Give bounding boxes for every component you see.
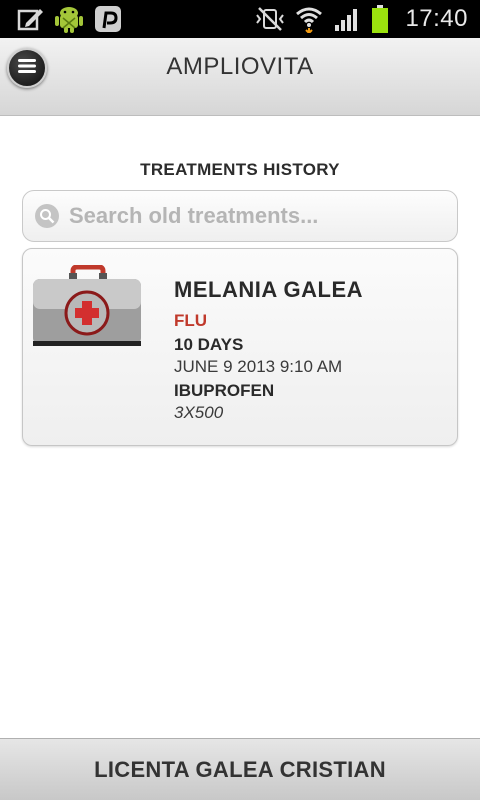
menu-button[interactable]	[7, 48, 47, 88]
search-input[interactable]	[69, 203, 439, 229]
medicine-dosage: 3X500	[174, 403, 224, 422]
app-title: AMPLIOVITA	[166, 52, 314, 80]
footer-bar: LICENTA GALEA CRISTIAN	[0, 738, 480, 800]
status-right-icons: 17:40	[255, 4, 468, 34]
treatment-date: JUNE 9 2013 9:10 AM	[174, 357, 343, 376]
action-bar: AMPLIOVITA	[0, 38, 480, 116]
wifi-icon	[295, 5, 323, 33]
treatment-duration: 10 DAYS	[174, 335, 244, 354]
pinterest-icon	[94, 5, 122, 33]
android-debug-icon	[54, 4, 84, 34]
status-clock: 17:40	[405, 5, 468, 32]
search-icon	[35, 204, 59, 228]
medical-kit-icon	[29, 264, 147, 355]
battery-icon	[371, 4, 389, 34]
medicine-name: IBUPROFEN	[174, 381, 275, 400]
signal-icon	[333, 5, 361, 33]
edit-icon	[16, 5, 44, 33]
status-bar: 17:40	[0, 0, 480, 38]
patient-name: MELANIA GALEA	[174, 277, 364, 302]
treatment-card[interactable]: MELANIA GALEA FLU 10 DAYS JUNE 9 2013 9:…	[22, 248, 458, 446]
status-left-icons	[16, 4, 122, 34]
diagnosis: FLU	[174, 311, 208, 330]
section-title: TREATMENTS HISTORY	[140, 160, 340, 179]
treatment-details: MELANIA GALEA FLU 10 DAYS JUNE 9 2013 9:…	[174, 277, 363, 423]
vibrate-silent-icon	[255, 6, 285, 32]
footer-text: LICENTA GALEA CRISTIAN	[94, 756, 386, 782]
menu-icon	[17, 58, 37, 79]
search-box[interactable]	[22, 190, 458, 242]
